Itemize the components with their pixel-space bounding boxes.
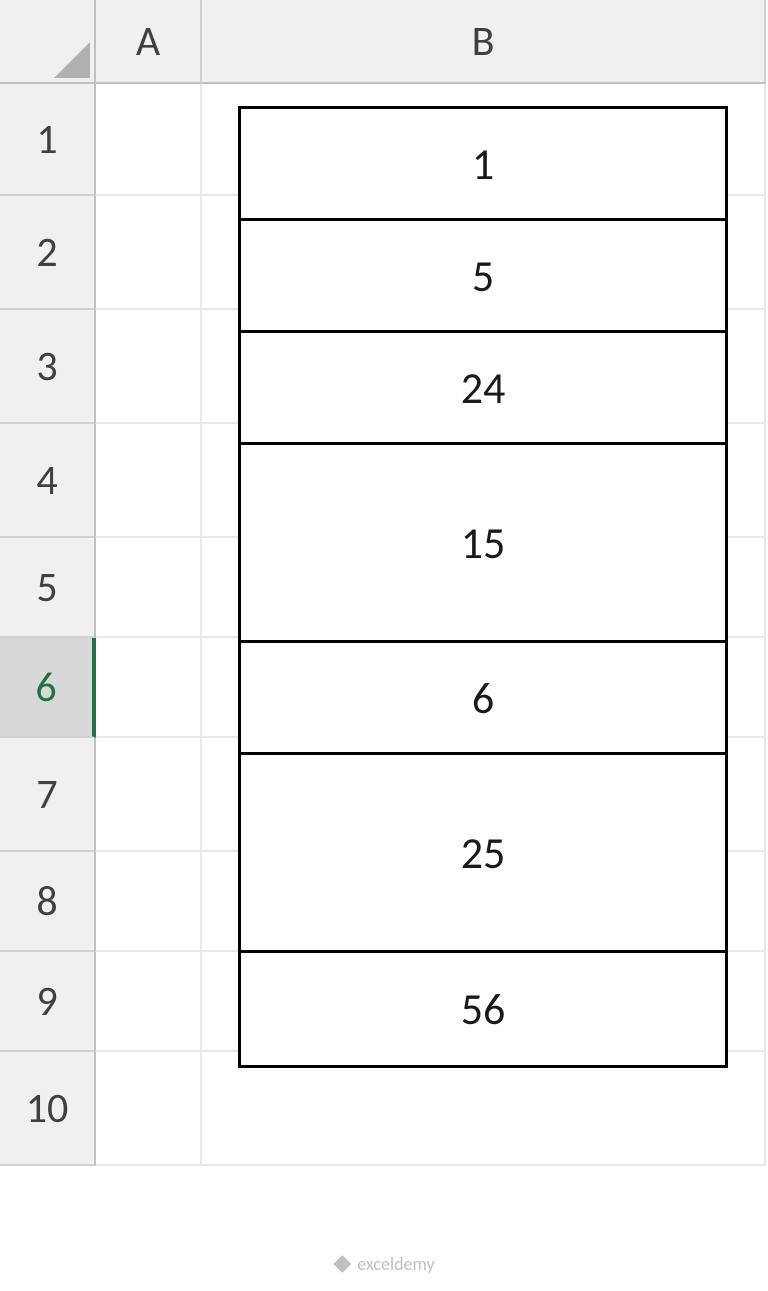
cell[interactable]	[96, 538, 202, 638]
column-headers: A B	[96, 0, 766, 84]
cell[interactable]	[96, 424, 202, 538]
data-table: 15241562556	[238, 106, 728, 1068]
data-cell[interactable]: 6	[241, 643, 725, 755]
row-header-8[interactable]: 8	[0, 852, 96, 952]
cell[interactable]	[96, 852, 202, 952]
data-cell[interactable]: 25	[241, 755, 725, 953]
data-cell[interactable]: 56	[241, 953, 725, 1065]
cell[interactable]	[96, 310, 202, 424]
row-header-9[interactable]: 9	[0, 952, 96, 1052]
row-header-2[interactable]: 2	[0, 196, 96, 310]
row-header-10[interactable]: 10	[0, 1052, 96, 1166]
cell[interactable]	[96, 638, 202, 738]
data-cell[interactable]: 5	[241, 221, 725, 333]
corner-triangle-icon	[54, 42, 90, 78]
cell[interactable]	[202, 1052, 766, 1166]
row-header-1[interactable]: 1	[0, 84, 96, 196]
row-header-7[interactable]: 7	[0, 738, 96, 852]
cell[interactable]	[96, 84, 202, 196]
row-header-3[interactable]: 3	[0, 310, 96, 424]
row-header-6[interactable]: 6	[0, 638, 96, 738]
cell[interactable]	[96, 1052, 202, 1166]
data-cell[interactable]: 15	[241, 445, 725, 643]
grid-row	[96, 1052, 766, 1166]
cell[interactable]	[96, 196, 202, 310]
watermark-icon	[333, 1255, 351, 1273]
cell[interactable]	[96, 952, 202, 1052]
data-cell[interactable]: 1	[241, 109, 725, 221]
watermark: exceldemy	[333, 1253, 434, 1275]
column-header-b[interactable]: B	[202, 0, 766, 84]
select-all-corner[interactable]	[0, 0, 96, 84]
column-header-a[interactable]: A	[96, 0, 202, 84]
row-header-5[interactable]: 5	[0, 538, 96, 638]
data-cell[interactable]: 24	[241, 333, 725, 445]
cells-area: 15241562556	[96, 84, 766, 1166]
cell[interactable]	[96, 738, 202, 852]
row-headers: 12345678910	[0, 84, 96, 1166]
row-header-4[interactable]: 4	[0, 424, 96, 538]
watermark-text: exceldemy	[357, 1253, 434, 1275]
